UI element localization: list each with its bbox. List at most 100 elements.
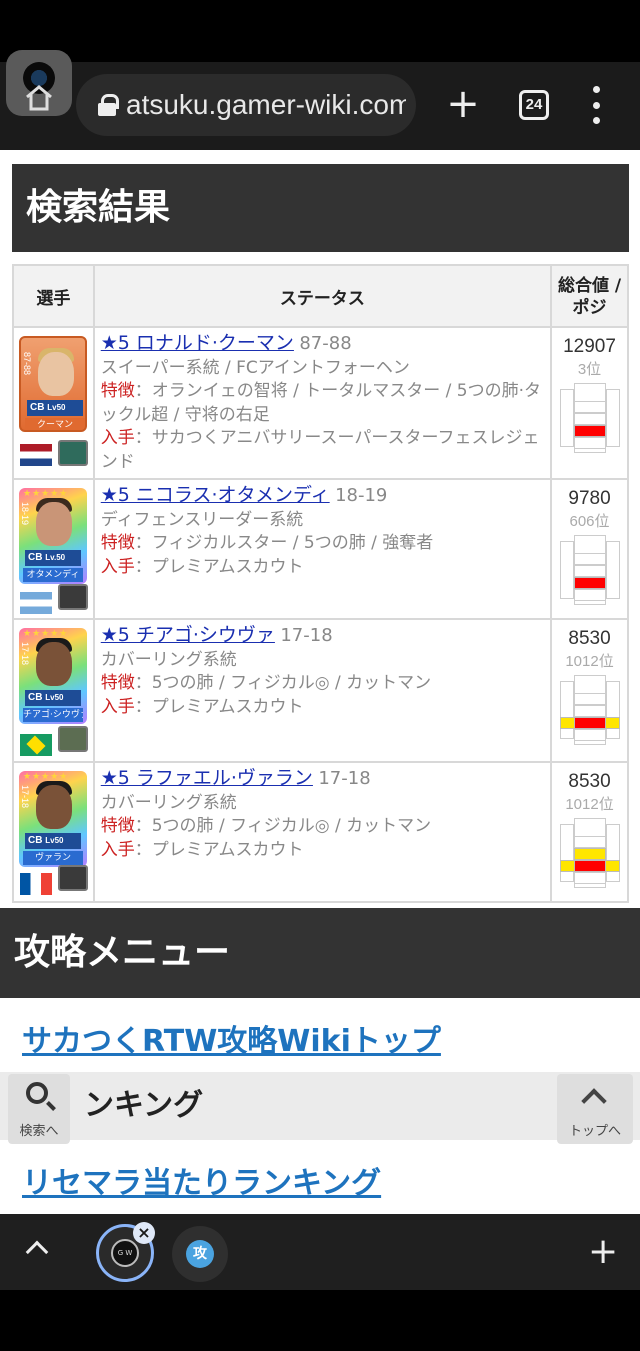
header-status: ステータス	[92, 264, 553, 328]
position-diagram	[559, 383, 620, 453]
player-traits: ：オランイェの智将 / トータルマスター / 5つの肺·タックル超 / 守将の右…	[100, 381, 542, 425]
player-traits: ：5つの肺 / フィジカル◎ / カットマン	[134, 816, 432, 836]
position-grid-cell	[605, 389, 620, 447]
menu-dot	[592, 101, 600, 109]
card-position: CB	[28, 835, 43, 846]
player-name-link[interactable]: ★5 ロナルド·クーマン	[101, 332, 294, 354]
table-row: ★★★★★ 17-18 CB Lv50 チアゴ·シウヴァ ★5 チアゴ·シウヴァ…	[12, 618, 629, 763]
total-rank: 606位	[569, 513, 610, 530]
flag-argentina-icon	[20, 592, 52, 614]
position-grid-cell	[605, 824, 620, 882]
source-label: 入手	[100, 696, 135, 717]
menu-dot	[592, 86, 600, 93]
position-grid-cell	[573, 401, 606, 413]
reroll-ranking-link[interactable]: リセマラ当たりランキング	[22, 1158, 381, 1202]
player-source: ：プレミアムスカウト	[134, 696, 304, 717]
position-sub-zone	[573, 848, 606, 860]
home-button[interactable]	[6, 50, 72, 116]
chevron-up-icon[interactable]	[25, 1240, 49, 1264]
player-card[interactable]: ★★★★★ 18-19 CB Lv.50 オタメンディ	[19, 488, 87, 584]
search-float-label: 検索へ	[19, 1124, 59, 1139]
player-source: ：プレミアムスカウト	[134, 556, 304, 577]
player-cell: ★★★★★ 18-19 CB Lv.50 オタメンディ	[12, 478, 95, 620]
player-system: カバーリング系統	[100, 649, 237, 670]
player-name-link[interactable]: ★5 ニコラス·オタメンディ	[101, 484, 330, 506]
card-year: 87-88	[22, 352, 32, 376]
position-grid-cell	[573, 729, 606, 741]
position-grid-cell	[605, 681, 620, 739]
flag-brazil-icon	[20, 734, 52, 756]
status-cell: ★5 ラファエル·ヴァラン 17-18 カバーリング系統 特徴：5つの肺 / フ…	[92, 761, 553, 903]
position-grid-cell	[559, 389, 574, 447]
card-name: チアゴ·シウヴァ	[23, 708, 83, 722]
more-menu-button[interactable]	[586, 86, 606, 124]
card-name: クーマン	[25, 418, 85, 430]
player-card[interactable]: ★★★★★ 17-18 CB Lv50 ヴァラン	[19, 771, 87, 867]
tactic-icon	[58, 584, 88, 610]
player-source: ：プレミアムスカウト	[134, 839, 304, 860]
bottom-tab-bar: G W × 攻 +	[0, 1214, 640, 1290]
card-position-badge: CB Lv50	[27, 400, 83, 416]
table-header-row: 選手 ステータス 総合値 / ポジ	[12, 264, 629, 328]
player-card[interactable]: 87-88 CB Lv50 クーマン	[19, 336, 87, 432]
total-rank: 3位	[577, 361, 602, 378]
search-float-button[interactable]: 検索へ	[8, 1074, 70, 1144]
tab-second[interactable]: 攻	[172, 1226, 228, 1282]
player-system: スイーパー系統 / FCアイントフォーヘン	[100, 357, 410, 378]
card-year: 18-19	[20, 502, 30, 526]
position-main-zone	[573, 577, 606, 589]
position-grid-cell	[573, 705, 606, 717]
position-grid-cell	[573, 589, 606, 601]
position-diagram	[559, 818, 620, 888]
player-traits: ：フィジカルスター / 5つの肺 / 強奪者	[134, 533, 434, 553]
wiki-top-link[interactable]: サカつくRTW攻略Wikiトップ	[22, 1016, 441, 1060]
table-row: ★★★★★ 17-18 CB Lv50 ヴァラン ★5 ラファエル·ヴァラン 1…	[12, 761, 629, 903]
gamerwiki-favicon-icon: G W	[111, 1239, 139, 1267]
player-card[interactable]: ★★★★★ 17-18 CB Lv50 チアゴ·シウヴァ	[19, 628, 87, 724]
position-grid-cell	[573, 437, 606, 449]
total-rank: 1012位	[565, 796, 614, 813]
card-position: CB	[28, 552, 43, 563]
tactic-icon	[58, 726, 88, 752]
player-cell: 87-88 CB Lv50 クーマン	[12, 326, 95, 480]
player-years: 17-18	[318, 768, 371, 789]
position-diagram	[559, 535, 620, 605]
header-total-label: 総合値 / ポジ	[557, 276, 622, 318]
site-favicon-icon: 攻	[186, 1240, 214, 1268]
status-cell: ★5 チアゴ·シウヴァ 17-18 カバーリング系統 特徴：5つの肺 / フィジ…	[92, 618, 553, 763]
home-icon	[26, 85, 52, 111]
position-main-zone	[573, 717, 606, 729]
player-name-link[interactable]: ★5 チアゴ·シウヴァ	[101, 624, 275, 646]
player-years: 18-19	[335, 485, 388, 506]
search-icon	[26, 1082, 48, 1104]
total-cell: 8530 1012位	[550, 618, 629, 763]
card-position-badge: CB Lv50	[25, 690, 81, 706]
position-diagram	[559, 675, 620, 745]
total-score: 8530	[568, 771, 611, 792]
status-bar	[0, 0, 640, 62]
results-table: 選手 ステータス 総合値 / ポジ 87-88 CB Lv50 クーマン ★5 …	[12, 264, 629, 903]
close-tab-icon[interactable]: ×	[133, 1222, 155, 1244]
source-label: 入手	[100, 839, 135, 860]
back-to-top-button[interactable]: トップへ	[557, 1074, 633, 1144]
chevron-up-icon	[581, 1088, 607, 1114]
position-grid-cell	[573, 553, 606, 565]
back-to-top-label: トップへ	[568, 1124, 621, 1139]
tab-switcher-button[interactable]: 24	[519, 90, 549, 120]
url-text[interactable]: atsuku.gamer-wiki.com	[126, 89, 406, 121]
new-tab-button[interactable]: +	[445, 82, 481, 126]
lock-icon	[98, 94, 119, 116]
player-years: 87-88	[299, 333, 352, 354]
card-position: CB	[28, 692, 43, 703]
player-name-link[interactable]: ★5 ラファエル·ヴァラン	[101, 767, 313, 789]
card-position-badge: CB Lv.50	[25, 550, 81, 566]
trait-label: 特徴	[100, 381, 135, 401]
position-grid-cell	[559, 681, 574, 739]
total-rank: 1012位	[565, 653, 614, 670]
position-grid-cell	[605, 541, 620, 599]
add-tab-button[interactable]: +	[588, 1232, 618, 1272]
table-row: 87-88 CB Lv50 クーマン ★5 ロナルド·クーマン 87-88 スイ…	[12, 326, 629, 480]
status-cell: ★5 ニコラス·オタメンディ 18-19 ディフェンスリーダー系統 特徴：フィジ…	[92, 478, 553, 620]
position-grid-cell	[573, 693, 606, 705]
address-bar[interactable]: atsuku.gamer-wiki.com	[76, 74, 416, 136]
